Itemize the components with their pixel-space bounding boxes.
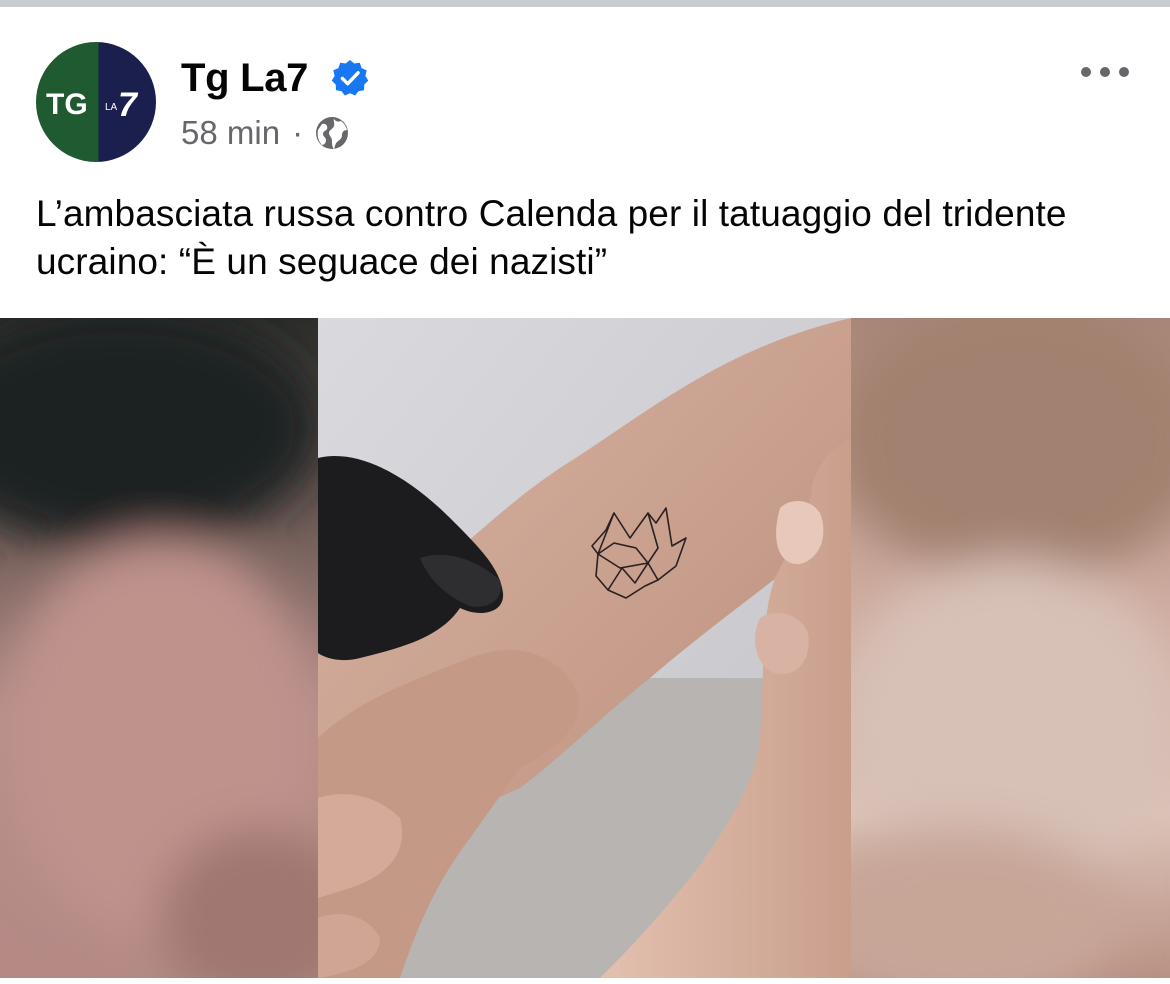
globe-icon[interactable] [314, 115, 350, 151]
page-name-link[interactable]: Tg La7 [181, 52, 308, 104]
meta-separator: · [292, 114, 304, 151]
page-avatar[interactable]: TG LA 7 [36, 42, 156, 162]
logo-text-number: 7 [118, 86, 139, 124]
verified-badge-icon [331, 59, 369, 96]
logo-text-small: LA [105, 102, 118, 113]
more-options-icon[interactable] [1078, 58, 1132, 86]
tattoo-photo [0, 318, 1170, 978]
tg-la7-logo: TG LA 7 [46, 86, 139, 124]
post-image[interactable] [0, 318, 1170, 978]
post-timestamp[interactable]: 58 min [181, 112, 280, 154]
feed-divider [0, 0, 1170, 7]
post-footer-gap [0, 978, 1170, 984]
logo-text-main: TG [46, 88, 88, 121]
post-caption: L’ambasciata russa contro Calenda per il… [36, 193, 1067, 282]
post-meta: 58 min · [181, 112, 350, 154]
